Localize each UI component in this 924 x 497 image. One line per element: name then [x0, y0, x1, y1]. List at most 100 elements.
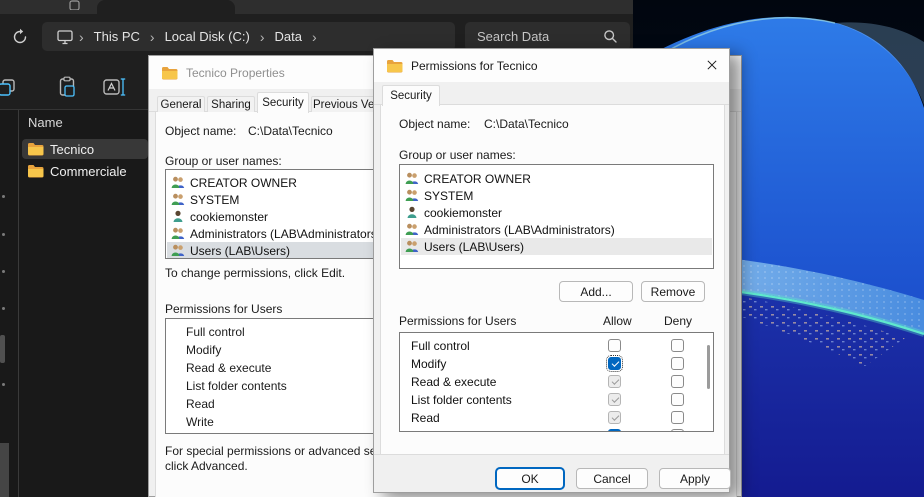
close-button[interactable] — [695, 51, 725, 79]
group-name: Users (LAB\Users) — [424, 240, 524, 254]
allow-checkbox[interactable] — [608, 375, 621, 388]
explorer-tab[interactable] — [97, 0, 235, 14]
deny-checkbox[interactable] — [671, 375, 684, 388]
permission-item: Read & execute — [186, 361, 271, 375]
allow-checkbox[interactable] — [608, 411, 621, 424]
tree-node-dot — [2, 383, 5, 386]
deny-checkbox[interactable] — [671, 339, 684, 352]
group-name: CREATOR OWNER — [190, 176, 297, 190]
permission-row: Full control — [401, 337, 712, 355]
allow-checkbox[interactable] — [608, 393, 621, 406]
permission-item: List folder contents — [186, 379, 287, 393]
group-icon — [171, 227, 186, 240]
desktop: › This PC › Local Disk (C:) › Data › — [0, 0, 924, 497]
search-input[interactable] — [477, 29, 587, 44]
advanced-hint-line2: click Advanced. — [165, 459, 248, 473]
deny-checkbox[interactable] — [671, 429, 684, 432]
tab-security[interactable]: Security — [382, 85, 440, 106]
copy-icon[interactable] — [0, 77, 17, 98]
group-name: cookiemonster — [424, 206, 502, 220]
permission-item: Full control — [186, 325, 245, 339]
tree-node-dot — [2, 233, 5, 236]
list-scrollbar-thumb[interactable] — [707, 345, 710, 389]
permissions-tab-strip: Security — [374, 82, 729, 105]
file-row-tecnico[interactable]: Tecnico — [22, 139, 148, 159]
permission-name: Read & execute — [411, 375, 496, 389]
cancel-button[interactable]: Cancel — [576, 468, 648, 489]
permission-row: Read & execute — [401, 373, 712, 391]
group-item[interactable]: CREATOR OWNER — [401, 170, 712, 187]
permission-item: Write — [186, 415, 214, 429]
group-name: CREATOR OWNER — [424, 172, 531, 186]
group-icon — [405, 189, 420, 202]
group-name: Administrators (LAB\Administrators) — [424, 223, 615, 237]
group-icon — [171, 244, 186, 257]
search-box[interactable] — [465, 22, 630, 51]
permissions-for-users-label: Permissions for Users — [399, 314, 516, 328]
user-icon — [171, 210, 186, 223]
apply-button[interactable]: Apply — [659, 468, 731, 489]
ok-button[interactable]: OK — [496, 468, 564, 489]
permissions-checkbox-list: Full control Modify Read & execute List … — [399, 332, 714, 432]
properties-dialog-title: Tecnico Properties — [186, 66, 285, 80]
breadcrumb-data[interactable]: Data — [266, 29, 311, 44]
refresh-icon[interactable] — [11, 28, 29, 46]
folder-icon — [27, 164, 44, 178]
group-item[interactable]: Administrators (LAB\Administrators) — [401, 221, 712, 238]
group-icon — [171, 193, 186, 206]
tree-node-dot — [2, 270, 5, 273]
close-icon — [707, 59, 717, 71]
folder-icon — [161, 66, 178, 80]
remove-button[interactable]: Remove — [641, 281, 705, 302]
breadcrumb-local-disk[interactable]: Local Disk (C:) — [156, 29, 259, 44]
group-name: SYSTEM — [424, 189, 473, 203]
permission-row: Modify — [401, 355, 712, 373]
group-list: CREATOR OWNER SYSTEM cookiemonster Admin… — [399, 164, 714, 269]
deny-checkbox[interactable] — [671, 411, 684, 424]
permission-name: List folder contents — [411, 393, 512, 407]
permission-item: Special permissions — [186, 432, 293, 434]
tree-node-dot — [2, 195, 5, 198]
name-column-header[interactable]: Name — [28, 115, 63, 130]
group-icon — [405, 172, 420, 185]
allow-checkbox[interactable] — [608, 429, 621, 432]
breadcrumb: › This PC › Local Disk (C:) › Data › — [42, 22, 455, 51]
tab-security[interactable]: Security — [257, 92, 309, 113]
file-row-commerciale[interactable]: Commerciale — [22, 161, 148, 181]
permissions-dialog: Permissions for Tecnico Security Object … — [373, 48, 730, 493]
rename-icon[interactable] — [103, 77, 127, 97]
tab-list-icon — [68, 0, 82, 10]
deny-column-label: Deny — [664, 314, 692, 328]
group-item-selected[interactable]: Users (LAB\Users) — [401, 238, 712, 255]
permissions-for-users-label: Permissions for Users — [165, 302, 282, 316]
tab-sharing[interactable]: Sharing — [207, 96, 255, 112]
deny-checkbox[interactable] — [671, 393, 684, 406]
permissions-dialog-titlebar[interactable]: Permissions for Tecnico — [374, 49, 729, 82]
chevron-right-icon: › — [78, 29, 85, 45]
permission-item: Read — [186, 397, 215, 411]
breadcrumb-this-pc[interactable]: This PC — [85, 29, 149, 44]
object-name-value: C:\Data\Tecnico — [484, 117, 569, 131]
allow-checkbox[interactable] — [608, 357, 621, 370]
object-name-value: C:\Data\Tecnico — [248, 124, 333, 138]
nav-scrollbar-thumb[interactable] — [0, 335, 5, 363]
add-button[interactable]: Add... — [559, 281, 633, 302]
deny-checkbox[interactable] — [671, 357, 684, 370]
allow-checkbox[interactable] — [608, 339, 621, 352]
permission-name: Read — [411, 411, 440, 425]
allow-column-label: Allow — [603, 314, 632, 328]
permission-name: Modify — [411, 357, 446, 371]
chevron-right-icon: › — [259, 29, 266, 45]
object-name-label: Object name: — [165, 124, 236, 138]
permission-item: Modify — [186, 343, 221, 357]
group-names-label: Group or user names: — [399, 148, 516, 162]
group-item[interactable]: cookiemonster — [401, 204, 712, 221]
explorer-tab-bar — [0, 0, 633, 14]
tree-node-dot — [2, 307, 5, 310]
permission-row: Write — [401, 427, 712, 432]
group-name: cookiemonster — [190, 210, 268, 224]
tab-general[interactable]: General — [157, 96, 205, 112]
paste-icon[interactable] — [57, 76, 77, 98]
pane-divider — [18, 110, 19, 497]
group-item[interactable]: SYSTEM — [401, 187, 712, 204]
